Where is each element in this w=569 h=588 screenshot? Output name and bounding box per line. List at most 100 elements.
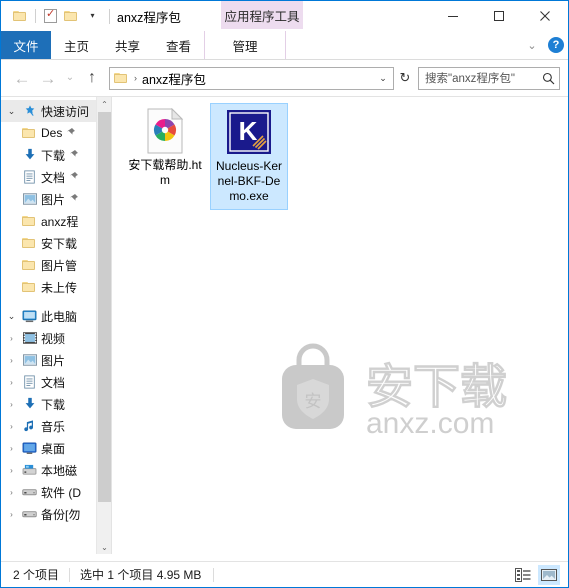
tab-home[interactable]: 主页	[51, 31, 102, 59]
sidebar-item-tupianguan[interactable]: 图片管	[1, 254, 111, 276]
sidebar-item-software-drive[interactable]: › 软件 (D	[1, 481, 111, 503]
tab-share[interactable]: 共享	[102, 31, 153, 59]
sidebar-label: 此电脑	[41, 309, 78, 324]
chevron-right-icon[interactable]: ›	[3, 356, 20, 365]
sidebar-item-music[interactable]: › 音乐	[1, 415, 111, 437]
scroll-down-icon[interactable]: ⌄	[97, 540, 111, 554]
sidebar-item-quick-access[interactable]: ⌄ 快速访问	[1, 100, 111, 122]
desktop-icon	[20, 441, 39, 455]
sidebar-label: 视频	[41, 331, 66, 346]
sidebar-item-des[interactable]: Des	[1, 122, 111, 144]
chevron-right-icon[interactable]: ›	[3, 510, 20, 519]
chevron-right-icon[interactable]: ›	[3, 488, 20, 497]
sidebar-label: 软件 (D	[41, 485, 81, 500]
scroll-up-icon[interactable]: ⌃	[97, 97, 111, 111]
chevron-down-icon[interactable]: ⌄	[3, 311, 20, 322]
sidebar-item-documents[interactable]: 文档	[1, 166, 111, 188]
chevron-right-icon[interactable]: ›	[3, 378, 20, 387]
sidebar-item-local-disk[interactable]: › 本地磁	[1, 459, 111, 481]
up-button[interactable]: ↑	[79, 65, 105, 91]
back-button[interactable]: ←	[9, 65, 35, 91]
chevron-down-icon: ⌄	[65, 72, 75, 83]
close-icon[interactable]	[522, 1, 568, 30]
address-bar: ← → ⌄ ↑ › anxz程序包 ⌄ ↻ 搜索"anxz程序包"	[1, 60, 568, 96]
title-divider	[109, 8, 110, 24]
sidebar-label: 图片管	[41, 258, 78, 273]
status-divider	[69, 567, 71, 582]
properties-icon[interactable]	[40, 6, 61, 27]
tab-share-label: 共享	[115, 39, 141, 54]
sidebar-label: 下载	[41, 148, 66, 163]
music-icon	[20, 419, 39, 433]
file-list-pane[interactable]: 安下载帮助.htm K Nucleus-Kernel-BKF-Demo.exe …	[111, 97, 568, 554]
pictures-icon	[20, 193, 39, 205]
sidebar-label: anxz程	[41, 214, 79, 229]
navigation-pane: ⌄ 快速访问 Des 下载 文档 图片 anxz程 安下载 图片管 未上传 ⌄ …	[1, 97, 111, 554]
forward-arrow-icon: →	[39, 68, 57, 88]
folder-icon	[20, 281, 39, 293]
tab-view-label: 查看	[166, 39, 192, 54]
chevron-right-icon[interactable]: ›	[3, 422, 20, 431]
sidebar-item-desktop[interactable]: › 桌面	[1, 437, 111, 459]
sidebar-label: 文档	[41, 375, 66, 390]
tab-file[interactable]: 文件	[1, 31, 51, 59]
recent-locations-button[interactable]: ⌄	[61, 65, 79, 91]
folder-icon	[20, 237, 39, 249]
search-input[interactable]: 搜索"anxz程序包"	[418, 66, 560, 90]
tab-manage[interactable]: 管理	[204, 31, 287, 59]
forward-button[interactable]: →	[35, 65, 61, 91]
maximize-icon[interactable]	[476, 1, 522, 30]
watermark: 安 安下载 anxz.com	[266, 341, 524, 440]
sidebar-scrollbar[interactable]: ⌃ ⌄	[96, 97, 111, 554]
drive-icon	[20, 487, 39, 497]
toolbar-divider	[35, 9, 36, 23]
new-folder-icon[interactable]	[61, 6, 82, 27]
ribbon-tab-strip: 文件 主页 共享 查看 管理 ⌄ ?	[1, 31, 568, 60]
sidebar-item-pictures-pc[interactable]: › 图片	[1, 349, 111, 371]
breadcrumb-current[interactable]: anxz程序包	[142, 69, 206, 88]
chevron-right-icon[interactable]: ›	[3, 444, 20, 453]
ribbon-right-controls: ⌄ ?	[522, 31, 564, 59]
sidebar-item-downloads[interactable]: 下载	[1, 144, 111, 166]
search-icon[interactable]	[537, 72, 559, 85]
scrollbar-thumb[interactable]	[98, 112, 111, 502]
sidebar-item-videos[interactable]: › 视频	[1, 327, 111, 349]
status-bar: 2 个项目 选中 1 个项目 4.95 MB	[1, 561, 568, 587]
sidebar-item-this-pc[interactable]: ⌄ 此电脑	[1, 305, 111, 327]
minimize-icon[interactable]	[430, 1, 476, 30]
refresh-icon[interactable]: ↻	[394, 67, 416, 90]
nav-tree: ⌄ 快速访问 Des 下载 文档 图片 anxz程 安下载 图片管 未上传 ⌄ …	[1, 97, 111, 525]
sidebar-item-weishangchuan[interactable]: 未上传	[1, 276, 111, 298]
tab-file-label: 文件	[13, 39, 39, 54]
sidebar-item-backup-drive[interactable]: › 备份[勿	[1, 503, 111, 525]
html-document-icon	[141, 107, 189, 155]
folder-icon[interactable]	[10, 6, 31, 27]
customize-toolbar-caret[interactable]: ▾	[82, 6, 103, 27]
sidebar-item-pictures[interactable]: 图片	[1, 188, 111, 210]
sidebar-item-documents-pc[interactable]: › 文档	[1, 371, 111, 393]
details-view-icon[interactable]	[512, 565, 534, 585]
help-icon[interactable]: ?	[548, 37, 564, 53]
tab-view[interactable]: 查看	[153, 31, 204, 59]
sidebar-label: 音乐	[41, 419, 66, 434]
view-mode-buttons	[512, 564, 568, 585]
list-item[interactable]: 安下载帮助.htm	[126, 103, 204, 210]
downloads-icon	[20, 148, 39, 162]
computer-icon	[20, 309, 39, 323]
chevron-right-icon[interactable]: ›	[3, 400, 20, 409]
breadcrumb[interactable]: › anxz程序包 ⌄	[109, 66, 394, 90]
chevron-right-icon[interactable]: ›	[3, 334, 20, 343]
list-item[interactable]: K Nucleus-Kernel-BKF-Demo.exe	[210, 103, 288, 210]
chevron-down-icon[interactable]: ⌄	[3, 106, 20, 117]
large-icons-view-icon[interactable]	[538, 564, 560, 585]
chevron-down-icon[interactable]: ⌄	[522, 39, 542, 52]
sidebar-item-downloads-pc[interactable]: › 下载	[1, 393, 111, 415]
sidebar-item-anxz[interactable]: anxz程	[1, 210, 111, 232]
back-arrow-icon: ←	[13, 68, 31, 88]
address-dropdown-icon[interactable]: ⌄	[373, 73, 393, 84]
title-bar: ▾ anxz程序包 应用程序工具	[1, 1, 568, 31]
chevron-right-icon[interactable]: ›	[3, 466, 20, 475]
sidebar-label: 桌面	[41, 441, 66, 456]
contextual-tab-header: 应用程序工具	[221, 1, 303, 29]
sidebar-item-anxiazai[interactable]: 安下载	[1, 232, 111, 254]
